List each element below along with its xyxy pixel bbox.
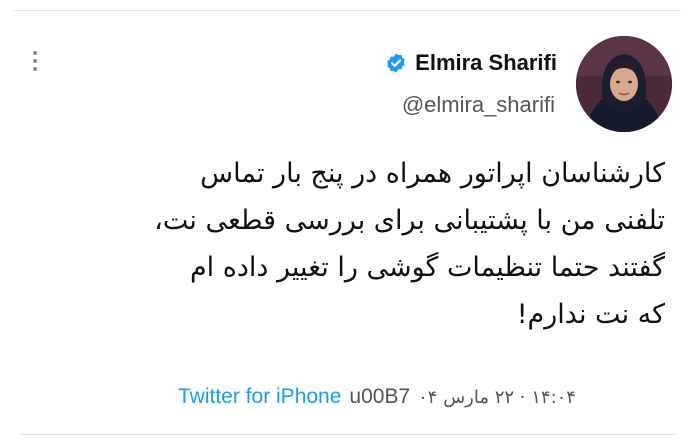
tweet-line: کارشناسان اپراتور همراه در پنج بار تماس [200,158,665,189]
more-options-icon[interactable] [28,51,42,77]
tweet-line: تلفنی من با پشتیبانی برای بررسی قطعی نت، [154,205,665,236]
user-handle[interactable]: @elmira_sharifi [402,92,555,118]
top-divider [14,10,681,11]
tweet-meta: Twitter for iPhone u00B7 ۱۴:۰۴ · ۲۲ مارس… [178,383,576,411]
tweet-timestamp[interactable]: ۱۴:۰۴ · ۲۲ مارس ۰۴ [418,387,576,408]
tweet-card: Elmira Sharifi @elmira_sharifi کارشناسان… [0,0,695,439]
verified-badge-icon [387,53,405,73]
display-name[interactable]: Elmira Sharifi [415,50,557,76]
source-link[interactable]: Twitter for iPhone [178,385,341,409]
display-name-row: Elmira Sharifi [385,48,557,78]
separator-text: u00B7 [349,385,411,408]
avatar-photo [576,36,672,132]
tweet-text: کارشناسان اپراتور همراه در پنج بار تماس … [65,150,665,338]
tweet-line: گفتند حتما تنظیمات گوشی را تغییر داده ام [189,252,665,283]
bottom-divider [20,434,675,435]
avatar[interactable] [576,36,672,132]
tweet-line: که نت ندارم! [516,299,665,330]
